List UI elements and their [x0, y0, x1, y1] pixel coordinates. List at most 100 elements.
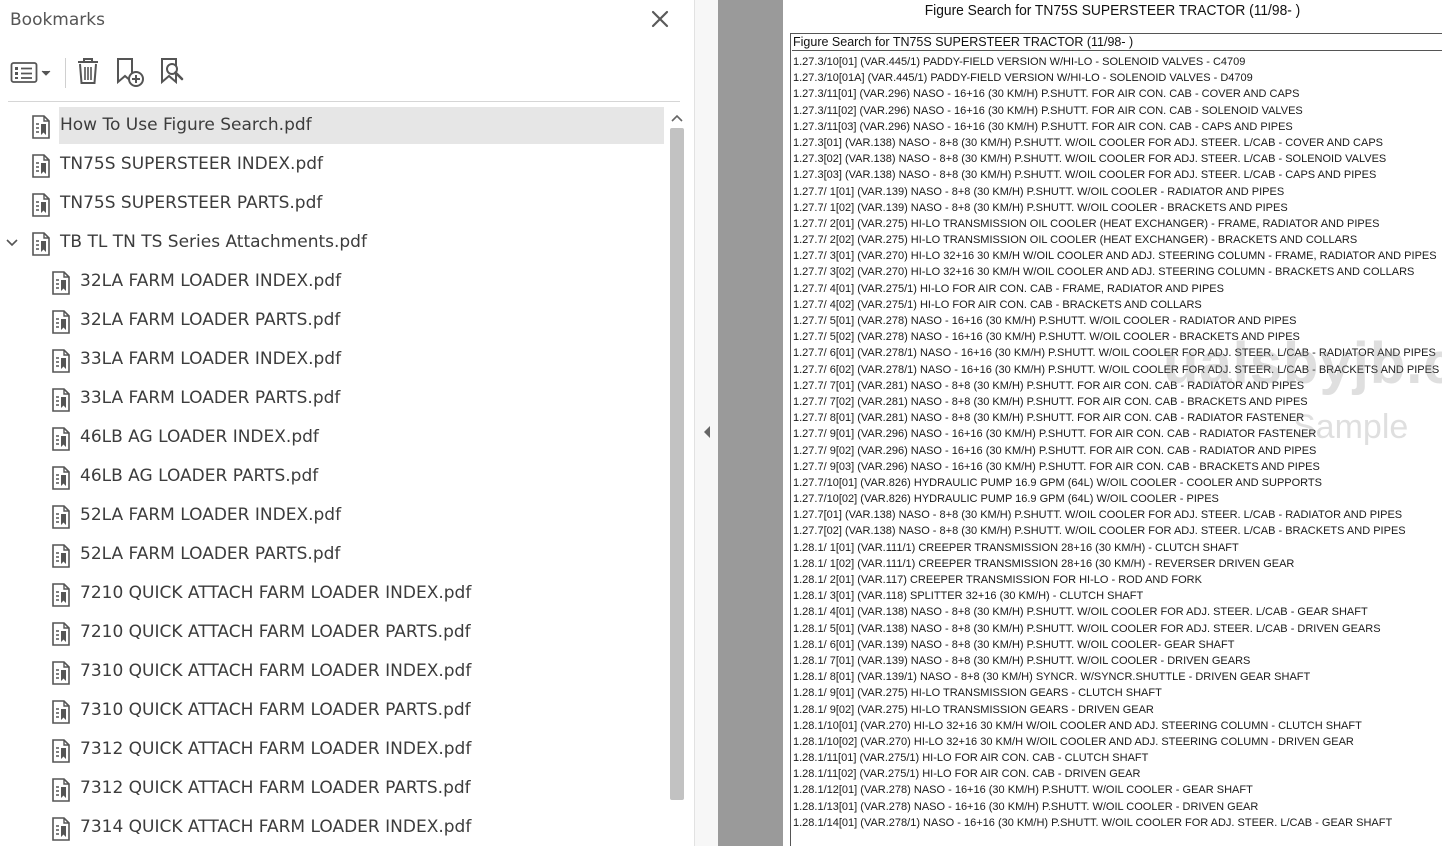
bookmark-item[interactable]: 46LB AG LOADER INDEX.pdf: [0, 419, 664, 456]
figure-search-link[interactable]: 1.27.7[02] (VAR.138) NASO - 8+8 (30 KM/H…: [793, 523, 1442, 539]
figure-search-link[interactable]: 1.28.1/14[01] (VAR.278/1) NASO - 16+16 (…: [793, 815, 1442, 831]
bookmarks-tree: How To Use Figure Search.pdf TN75S SUPERS…: [0, 107, 664, 846]
bookmark-item[interactable]: 7310 QUICK ATTACH FARM LOADER PARTS.pdf: [0, 692, 664, 729]
figure-search-link[interactable]: 1.27.3/10[01] (VAR.445/1) PADDY-FIELD VE…: [793, 54, 1442, 70]
figure-search-link[interactable]: 1.28.1/11[02] (VAR.275/1) HI-LO FOR AIR …: [793, 766, 1442, 782]
figure-search-link[interactable]: 1.27.7/ 7[01] (VAR.281) NASO - 8+8 (30 K…: [793, 378, 1442, 394]
new-bookmark-icon[interactable]: [114, 56, 146, 88]
figure-search-link[interactable]: 1.28.1/ 5[01] (VAR.138) NASO - 8+8 (30 K…: [793, 621, 1442, 637]
figure-search-link[interactable]: 1.27.3/10[01A] (VAR.445/1) PADDY-FIELD V…: [793, 70, 1442, 86]
find-bookmark-icon[interactable]: [158, 56, 188, 88]
figure-search-link[interactable]: 1.28.1/ 6[01] (VAR.139) NASO - 8+8 (30 K…: [793, 637, 1442, 653]
figure-search-link[interactable]: 1.28.1/13[01] (VAR.278) NASO - 16+16 (30…: [793, 799, 1442, 815]
page-header: Figure Search for TN75S SUPERSTEER TRACT…: [924, 2, 1301, 19]
bookmark-item[interactable]: 46LB AG LOADER PARTS.pdf: [0, 458, 664, 495]
figure-search-link[interactable]: 1.27.7/ 2[01] (VAR.275) HI-LO TRANSMISSI…: [793, 216, 1442, 232]
bookmark-label: 33LA FARM LOADER INDEX.pdf: [80, 349, 342, 369]
figure-search-link[interactable]: 1.27.7/ 1[02] (VAR.139) NASO - 8+8 (30 K…: [793, 200, 1442, 216]
figure-search-link[interactable]: 1.28.1/ 9[01] (VAR.275) HI-LO TRANSMISSI…: [793, 685, 1442, 701]
figure-search-link[interactable]: 1.27.7/ 9[01] (VAR.296) NASO - 16+16 (30…: [793, 426, 1442, 442]
figure-search-link[interactable]: 1.28.1/ 8[01] (VAR.139/1) NASO - 8+8 (30…: [793, 669, 1442, 685]
bookmark-file-icon: [50, 427, 72, 451]
figure-search-link[interactable]: 1.27.7/10[02] (VAR.826) HYDRAULIC PUMP 1…: [793, 491, 1442, 507]
figure-search-link[interactable]: 1.27.7/ 3[02] (VAR.270) HI-LO 32+16 30 K…: [793, 264, 1442, 280]
bookmark-item[interactable]: 7312 QUICK ATTACH FARM LOADER PARTS.pdf: [0, 770, 664, 807]
figure-search-link[interactable]: 1.27.3[03] (VAR.138) NASO - 8+8 (30 KM/H…: [793, 167, 1442, 183]
scrollbar-thumb[interactable]: [670, 128, 684, 800]
bookmark-label: 7210 QUICK ATTACH FARM LOADER PARTS.pdf: [80, 622, 471, 642]
figure-search-link[interactable]: 1.28.1/12[01] (VAR.278) NASO - 16+16 (30…: [793, 782, 1442, 798]
bookmark-file-icon: [30, 193, 52, 217]
figure-search-table: Figure Search for TN75S SUPERSTEER TRACT…: [790, 33, 1442, 846]
figure-search-link[interactable]: 1.28.1/10[01] (VAR.270) HI-LO 32+16 30 K…: [793, 718, 1442, 734]
collapse-panel-arrow-icon[interactable]: [702, 425, 712, 439]
close-icon[interactable]: [648, 7, 672, 31]
bookmark-item[interactable]: How To Use Figure Search.pdf: [0, 107, 664, 144]
options-list-icon[interactable]: [10, 60, 54, 86]
figure-search-link[interactable]: 1.28.1/ 1[02] (VAR.111/1) CREEPER TRANSM…: [793, 556, 1442, 572]
figure-search-link[interactable]: 1.28.1/ 4[01] (VAR.138) NASO - 8+8 (30 K…: [793, 604, 1442, 620]
bookmark-item[interactable]: 7314 QUICK ATTACH FARM LOADER INDEX.pdf: [0, 809, 664, 846]
figure-search-link[interactable]: 1.27.7/ 8[01] (VAR.281) NASO - 8+8 (30 K…: [793, 410, 1442, 426]
bookmark-item[interactable]: 7310 QUICK ATTACH FARM LOADER INDEX.pdf: [0, 653, 664, 690]
figure-search-link[interactable]: 1.27.7/ 9[02] (VAR.296) NASO - 16+16 (30…: [793, 443, 1442, 459]
figure-search-link[interactable]: 1.28.1/ 2[01] (VAR.117) CREEPER TRANSMIS…: [793, 572, 1442, 588]
figure-search-link[interactable]: 1.27.7/ 1[01] (VAR.139) NASO - 8+8 (30 K…: [793, 184, 1442, 200]
figure-search-link[interactable]: 1.27.7/ 5[02] (VAR.278) NASO - 16+16 (30…: [793, 329, 1442, 345]
bookmark-file-icon: [50, 622, 72, 646]
figure-search-link[interactable]: 1.27.3/11[01] (VAR.296) NASO - 16+16 (30…: [793, 86, 1442, 102]
figure-search-link[interactable]: 1.27.3/11[03] (VAR.296) NASO - 16+16 (30…: [793, 119, 1442, 135]
figure-search-link[interactable]: 1.27.3[01] (VAR.138) NASO - 8+8 (30 KM/H…: [793, 135, 1442, 151]
bookmark-file-icon: [50, 739, 72, 763]
bookmark-item[interactable]: 7210 QUICK ATTACH FARM LOADER INDEX.pdf: [0, 575, 664, 612]
figure-search-link[interactable]: 1.27.7/ 4[02] (VAR.275/1) HI-LO FOR AIR …: [793, 297, 1442, 313]
bookmark-label: 32LA FARM LOADER INDEX.pdf: [80, 271, 342, 291]
figure-search-link[interactable]: 1.28.1/ 7[01] (VAR.139) NASO - 8+8 (30 K…: [793, 653, 1442, 669]
bookmark-item[interactable]: 33LA FARM LOADER INDEX.pdf: [0, 341, 664, 378]
chevron-down-icon[interactable]: [5, 236, 19, 250]
bookmark-item[interactable]: 32LA FARM LOADER INDEX.pdf: [0, 263, 664, 300]
figure-search-link[interactable]: 1.28.1/ 3[01] (VAR.118) SPLITTER 32+16 (…: [793, 588, 1442, 604]
figure-search-link[interactable]: 1.27.7/ 9[03] (VAR.296) NASO - 16+16 (30…: [793, 459, 1442, 475]
bookmark-item[interactable]: TB TL TN TS Series Attachments.pdf: [0, 224, 664, 261]
figure-search-link[interactable]: 1.27.7/ 3[01] (VAR.270) HI-LO 32+16 30 K…: [793, 248, 1442, 264]
bookmark-item[interactable]: 52LA FARM LOADER INDEX.pdf: [0, 497, 664, 534]
bookmark-file-icon: [50, 544, 72, 568]
bookmark-item[interactable]: TN75S SUPERSTEER PARTS.pdf: [0, 185, 664, 222]
figure-search-link[interactable]: 1.27.7/ 5[01] (VAR.278) NASO - 16+16 (30…: [793, 313, 1442, 329]
figure-search-link[interactable]: 1.27.3[02] (VAR.138) NASO - 8+8 (30 KM/H…: [793, 151, 1442, 167]
bookmark-item[interactable]: 33LA FARM LOADER PARTS.pdf: [0, 380, 664, 417]
figure-search-link[interactable]: 1.27.7[01] (VAR.138) NASO - 8+8 (30 KM/H…: [793, 507, 1442, 523]
figure-search-link[interactable]: 1.27.7/10[01] (VAR.826) HYDRAULIC PUMP 1…: [793, 475, 1442, 491]
bookmark-item[interactable]: 52LA FARM LOADER PARTS.pdf: [0, 536, 664, 573]
figure-search-link[interactable]: 1.28.1/11[01] (VAR.275/1) HI-LO FOR AIR …: [793, 750, 1442, 766]
bookmark-label: 46LB AG LOADER INDEX.pdf: [80, 427, 319, 447]
bookmark-item[interactable]: 7312 QUICK ATTACH FARM LOADER INDEX.pdf: [0, 731, 664, 768]
figure-search-link[interactable]: 1.27.7/ 6[02] (VAR.278/1) NASO - 16+16 (…: [793, 362, 1442, 378]
bookmark-file-icon: [50, 349, 72, 373]
bookmarks-panel: Bookmarks How To Use Figure Search.pdf T…: [0, 0, 694, 846]
panel-splitter[interactable]: [694, 0, 718, 846]
figure-search-link[interactable]: 1.28.1/10[02] (VAR.270) HI-LO 32+16 30 K…: [793, 734, 1442, 750]
bookmarks-scrollbar[interactable]: [667, 108, 687, 846]
figure-search-link[interactable]: 1.27.7/ 7[02] (VAR.281) NASO - 8+8 (30 K…: [793, 394, 1442, 410]
figure-search-link[interactable]: 1.28.1/ 1[01] (VAR.111/1) CREEPER TRANSM…: [793, 540, 1442, 556]
bookmark-file-icon: [30, 154, 52, 178]
figure-search-link[interactable]: 1.27.7/ 6[01] (VAR.278/1) NASO - 16+16 (…: [793, 345, 1442, 361]
figure-search-link[interactable]: 1.27.3/11[02] (VAR.296) NASO - 16+16 (30…: [793, 103, 1442, 119]
bookmark-label: 32LA FARM LOADER PARTS.pdf: [80, 310, 341, 330]
figure-search-link[interactable]: 1.28.1/ 9[02] (VAR.275) HI-LO TRANSMISSI…: [793, 702, 1442, 718]
figure-search-link[interactable]: 1.27.7/ 4[01] (VAR.275/1) HI-LO FOR AIR …: [793, 281, 1442, 297]
bookmark-label: 52LA FARM LOADER PARTS.pdf: [80, 544, 341, 564]
trash-icon[interactable]: [74, 56, 102, 86]
figure-search-link[interactable]: 1.27.7/ 2[02] (VAR.275) HI-LO TRANSMISSI…: [793, 232, 1442, 248]
bookmark-file-icon: [50, 661, 72, 685]
bookmark-item[interactable]: TN75S SUPERSTEER INDEX.pdf: [0, 146, 664, 183]
bookmark-item[interactable]: 7210 QUICK ATTACH FARM LOADER PARTS.pdf: [0, 614, 664, 651]
scroll-up-arrow-icon[interactable]: [670, 112, 684, 124]
bookmarks-header: Bookmarks: [0, 0, 694, 42]
bookmark-label: TN75S SUPERSTEER INDEX.pdf: [60, 154, 324, 174]
bookmark-item[interactable]: 32LA FARM LOADER PARTS.pdf: [0, 302, 664, 339]
bookmark-file-icon: [50, 505, 72, 529]
bookmark-file-icon: [50, 583, 72, 607]
